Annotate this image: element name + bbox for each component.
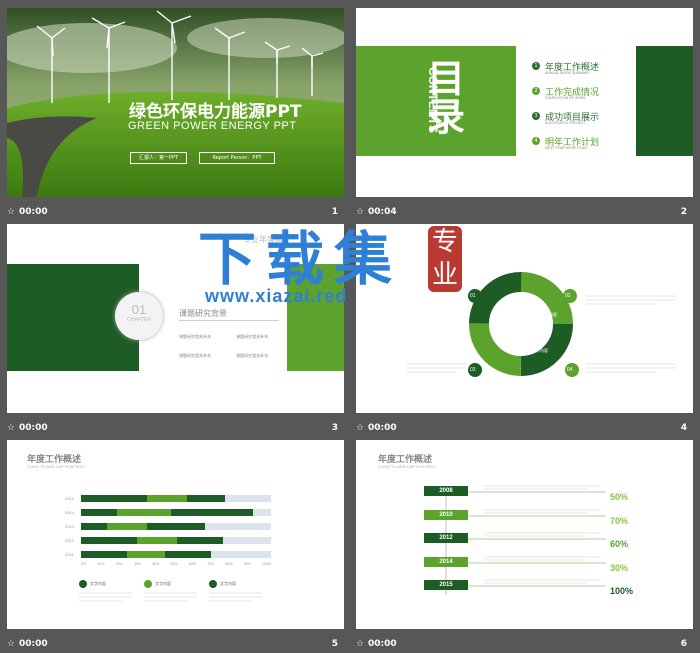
timeline-lines [445, 485, 606, 595]
slide-number: 4 [680, 423, 687, 433]
item-subtitle: SUCCESSFUL PROJECT [545, 121, 586, 125]
chapter-heading: 课题研究背景 [179, 309, 227, 318]
watermark-text: 下载集 [198, 225, 403, 293]
slide-canvas: 01 02 03 04 文字内容 文字内容 文字内容 文字内容 [356, 224, 693, 413]
slide-number: 2 [680, 207, 687, 217]
segment-label: 文字内容 [497, 304, 513, 309]
percent-value: 50% [610, 492, 629, 502]
cycle-diagram [406, 272, 676, 377]
item-number-circle: 4 [532, 137, 540, 145]
step-number: 01 [470, 293, 476, 299]
slide-number: 3 [331, 423, 338, 433]
slide-canvas: CONTENTS 目录 1 年度工作概述 ANNUAL WORK SUMMARY… [356, 8, 693, 197]
slide-canvas: 绿色环保电力能源PPT GREEN POWER ENERGY PPT 汇报人：第… [7, 8, 344, 197]
slide-canvas: 年度工作概述 CLICK TO ADD CAPTION TEXT 2008 20… [356, 440, 693, 629]
step-number: 04 [567, 367, 573, 373]
slide-status-bar: ☆ 00:00 6 [356, 637, 693, 653]
step-number: 03 [470, 367, 476, 373]
chapter-label: CHAPTER [127, 317, 151, 323]
item-number-circle: 1 [532, 62, 540, 70]
slide-time: 00:00 [19, 423, 48, 433]
report-person-button: Report Person：PPT [199, 152, 275, 164]
percent-value: 100% [610, 586, 634, 596]
percent-value: 60% [610, 539, 629, 549]
slide-subtitle: GREEN POWER ENERGY PPT [128, 120, 297, 132]
step-number: 02 [565, 293, 571, 299]
year-tag: 2012 [424, 533, 468, 543]
year-tag: 2008 [424, 486, 468, 496]
watermark-seal: 专业 [428, 226, 462, 292]
year-tag: 2014 [424, 557, 468, 567]
item-subtitle: ANNUAL WORK SUMMARY [545, 71, 590, 75]
slide-canvas: 年度工作概述 CLICK TO ADD CAPTION TEXT 2015 20… [7, 440, 344, 629]
watermark-url: www.xiazai.red [205, 286, 348, 306]
dark-green-side-block [636, 46, 693, 156]
legend-text-lines [79, 592, 262, 602]
slide-status-bar: ☆ 00:04 2 [356, 205, 693, 221]
segment-label: 文字内容 [532, 348, 548, 353]
year-tag: 2010 [424, 510, 468, 520]
segment-label: 文字内容 [541, 312, 557, 317]
reporter-button: 汇报人：第一PPT [130, 152, 187, 164]
percent-value: 30% [610, 563, 629, 573]
item-number-circle: 2 [532, 87, 540, 95]
chapter-number: 01 [131, 302, 147, 317]
slide-status-bar: ☆ 00:00 5 [7, 637, 344, 653]
heading-divider [179, 320, 279, 321]
slide-time: 00:00 [368, 423, 397, 433]
slide-time: 00:00 [19, 207, 48, 217]
slide-status-bar: ☆ 00:00 4 [356, 421, 693, 437]
slide-title: 绿色环保电力能源PPT [129, 102, 302, 122]
bullet-list: 课题研究相关补充 课题研究相关补充 课题研究相关补充 课题研究相关补充 [179, 323, 289, 361]
item-subtitle: COMPLETION OF WORK [545, 96, 586, 100]
star-icon: ☆ [7, 423, 16, 433]
year-tag: 2015 [424, 580, 468, 590]
percent-value: 70% [610, 516, 629, 526]
item-subtitle: NEXT YEAR WORK PLAN [545, 146, 587, 150]
bullet-item: 课题研究相关补充 [236, 353, 269, 358]
star-icon: ☆ [7, 207, 16, 217]
bullet-item: 课题研究相关补充 [236, 334, 269, 339]
bullet-item: 课题研究相关补充 [179, 334, 211, 339]
contents-cn-title: 目录 [427, 57, 466, 139]
segment-label: 文字内容 [497, 338, 513, 343]
chapter-circle: 01 CHAPTER [115, 292, 163, 340]
bullet-item: 课题研究相关补充 [179, 353, 211, 358]
slide-status-bar: ☆ 00:00 3 [7, 421, 344, 437]
star-icon: ☆ [356, 423, 365, 433]
item-number-circle: 3 [532, 112, 540, 120]
